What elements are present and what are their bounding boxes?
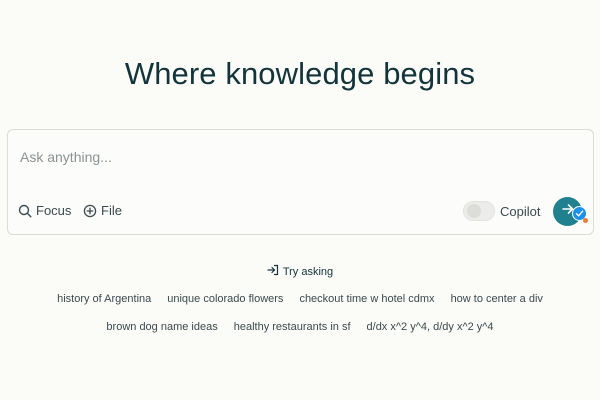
file-label: File bbox=[101, 203, 122, 218]
try-asking-label: Try asking bbox=[282, 265, 334, 278]
page: Where knowledge begins Focus File bbox=[0, 0, 600, 400]
suggestion-chip[interactable]: checkout time w hotel cdmx bbox=[299, 293, 434, 305]
plus-circle-icon bbox=[83, 204, 97, 218]
suggestion-chip[interactable]: brown dog name ideas bbox=[106, 321, 217, 333]
ask-box: Focus File Copilot bbox=[7, 129, 594, 235]
copilot-toggle[interactable] bbox=[463, 201, 495, 221]
toggle-knob bbox=[467, 204, 481, 218]
ask-input[interactable] bbox=[20, 146, 540, 168]
suggestion-chip[interactable]: unique colorado flowers bbox=[167, 293, 283, 305]
suggestion-chip[interactable]: history of Argentina bbox=[57, 293, 151, 305]
suggestion-chip[interactable]: how to center a div bbox=[451, 293, 543, 305]
arrow-into-bracket-icon bbox=[267, 264, 279, 279]
copilot-label: Copilot bbox=[500, 204, 541, 219]
suggestion-row: history of Argentina unique colorado flo… bbox=[0, 293, 600, 305]
suggestion-chip[interactable]: healthy restaurants in sf bbox=[234, 321, 351, 333]
focus-button[interactable]: Focus bbox=[18, 203, 71, 218]
search-icon bbox=[18, 204, 32, 218]
try-asking-heading: Try asking bbox=[0, 264, 600, 279]
page-title: Where knowledge begins bbox=[124, 56, 476, 91]
suggestion-row: brown dog name ideas healthy restaurants… bbox=[0, 321, 600, 333]
notification-dot bbox=[583, 218, 588, 223]
focus-label: Focus bbox=[36, 203, 72, 218]
file-button[interactable]: File bbox=[83, 203, 122, 218]
suggestion-chip[interactable]: d/dx x^2 y^4, d/dy x^2 y^4 bbox=[367, 321, 494, 333]
